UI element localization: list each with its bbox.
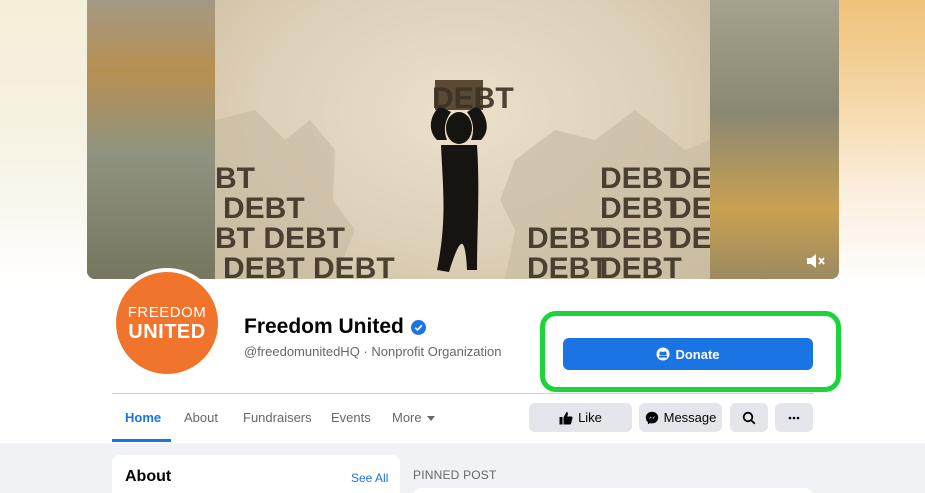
debt-word: DEBT — [670, 192, 710, 225]
pinned-post-card[interactable] — [413, 488, 813, 493]
profile-avatar[interactable]: FREEDOM UNITED — [112, 268, 222, 378]
thumbs-up-icon — [559, 411, 573, 424]
header-divider — [112, 393, 814, 394]
page-subtitle: @freedomunitedHQ · Nonprofit Organizatio… — [244, 344, 502, 359]
active-tab-indicator — [112, 439, 171, 442]
more-options-button[interactable] — [775, 403, 813, 432]
cover-video-frame: DEBT BT DEBT BT DEBT DEBT DEBT DEBT DEBT… — [215, 0, 710, 279]
debt-word: DEBT — [223, 192, 305, 225]
page-title[interactable]: Freedom United — [244, 315, 404, 339]
like-button[interactable]: Like — [529, 403, 632, 432]
tab-events[interactable]: Events — [331, 405, 371, 431]
tab-about[interactable]: About — [184, 405, 218, 431]
debt-word: DEBT — [600, 252, 682, 279]
debt-word: BT — [215, 162, 255, 195]
debt-word: DEBT — [670, 162, 710, 195]
search-icon — [742, 411, 756, 424]
tab-more[interactable]: More — [392, 405, 435, 431]
speaker-muted-icon[interactable] — [805, 252, 827, 270]
avatar-logo: FREEDOM UNITED — [116, 272, 218, 374]
debt-word: DEBT — [670, 222, 710, 255]
avatar-logo-line1: FREEDOM — [127, 303, 207, 321]
cover-blur-right — [710, 0, 839, 279]
message-button[interactable]: Message — [639, 403, 722, 432]
donate-icon — [656, 347, 670, 361]
ellipsis-icon — [788, 416, 800, 419]
cover-blur-left — [87, 0, 215, 279]
donate-button[interactable]: Donate — [563, 338, 813, 370]
about-card-title: About — [125, 468, 172, 485]
about-card: About See All — [112, 455, 400, 493]
tab-more-label: More — [392, 410, 422, 425]
verified-badge-icon — [410, 319, 426, 335]
debt-word: DEBT — [432, 82, 514, 115]
search-button[interactable] — [730, 403, 768, 432]
message-label: Message — [663, 410, 717, 425]
debt-word: DEBT — [527, 222, 609, 255]
chevron-down-icon — [426, 415, 435, 421]
messenger-icon — [645, 411, 658, 424]
pinned-post-heading: PINNED POST — [413, 468, 497, 482]
debt-word: DEBT — [527, 252, 609, 279]
backdrop-left — [0, 0, 88, 290]
cover-illustration: DEBT BT DEBT BT DEBT DEBT DEBT DEBT DEBT… — [215, 80, 710, 279]
debt-word: BT DEBT — [215, 222, 345, 255]
cover-video[interactable]: DEBT BT DEBT BT DEBT DEBT DEBT DEBT DEBT… — [87, 0, 839, 279]
page-header-region: DEBT BT DEBT BT DEBT DEBT DEBT DEBT DEBT… — [0, 0, 925, 443]
like-label: Like — [578, 410, 602, 425]
page-title-row: Freedom United — [244, 313, 426, 341]
backdrop-right — [838, 0, 925, 290]
donate-label: Donate — [675, 346, 720, 362]
tab-home[interactable]: Home — [125, 405, 161, 431]
avatar-logo-line2: UNITED — [128, 320, 206, 343]
debt-word: DEBT DEBT — [223, 252, 395, 279]
tab-fundraisers[interactable]: Fundraisers — [243, 405, 312, 431]
see-all-link[interactable]: See All — [351, 471, 388, 485]
